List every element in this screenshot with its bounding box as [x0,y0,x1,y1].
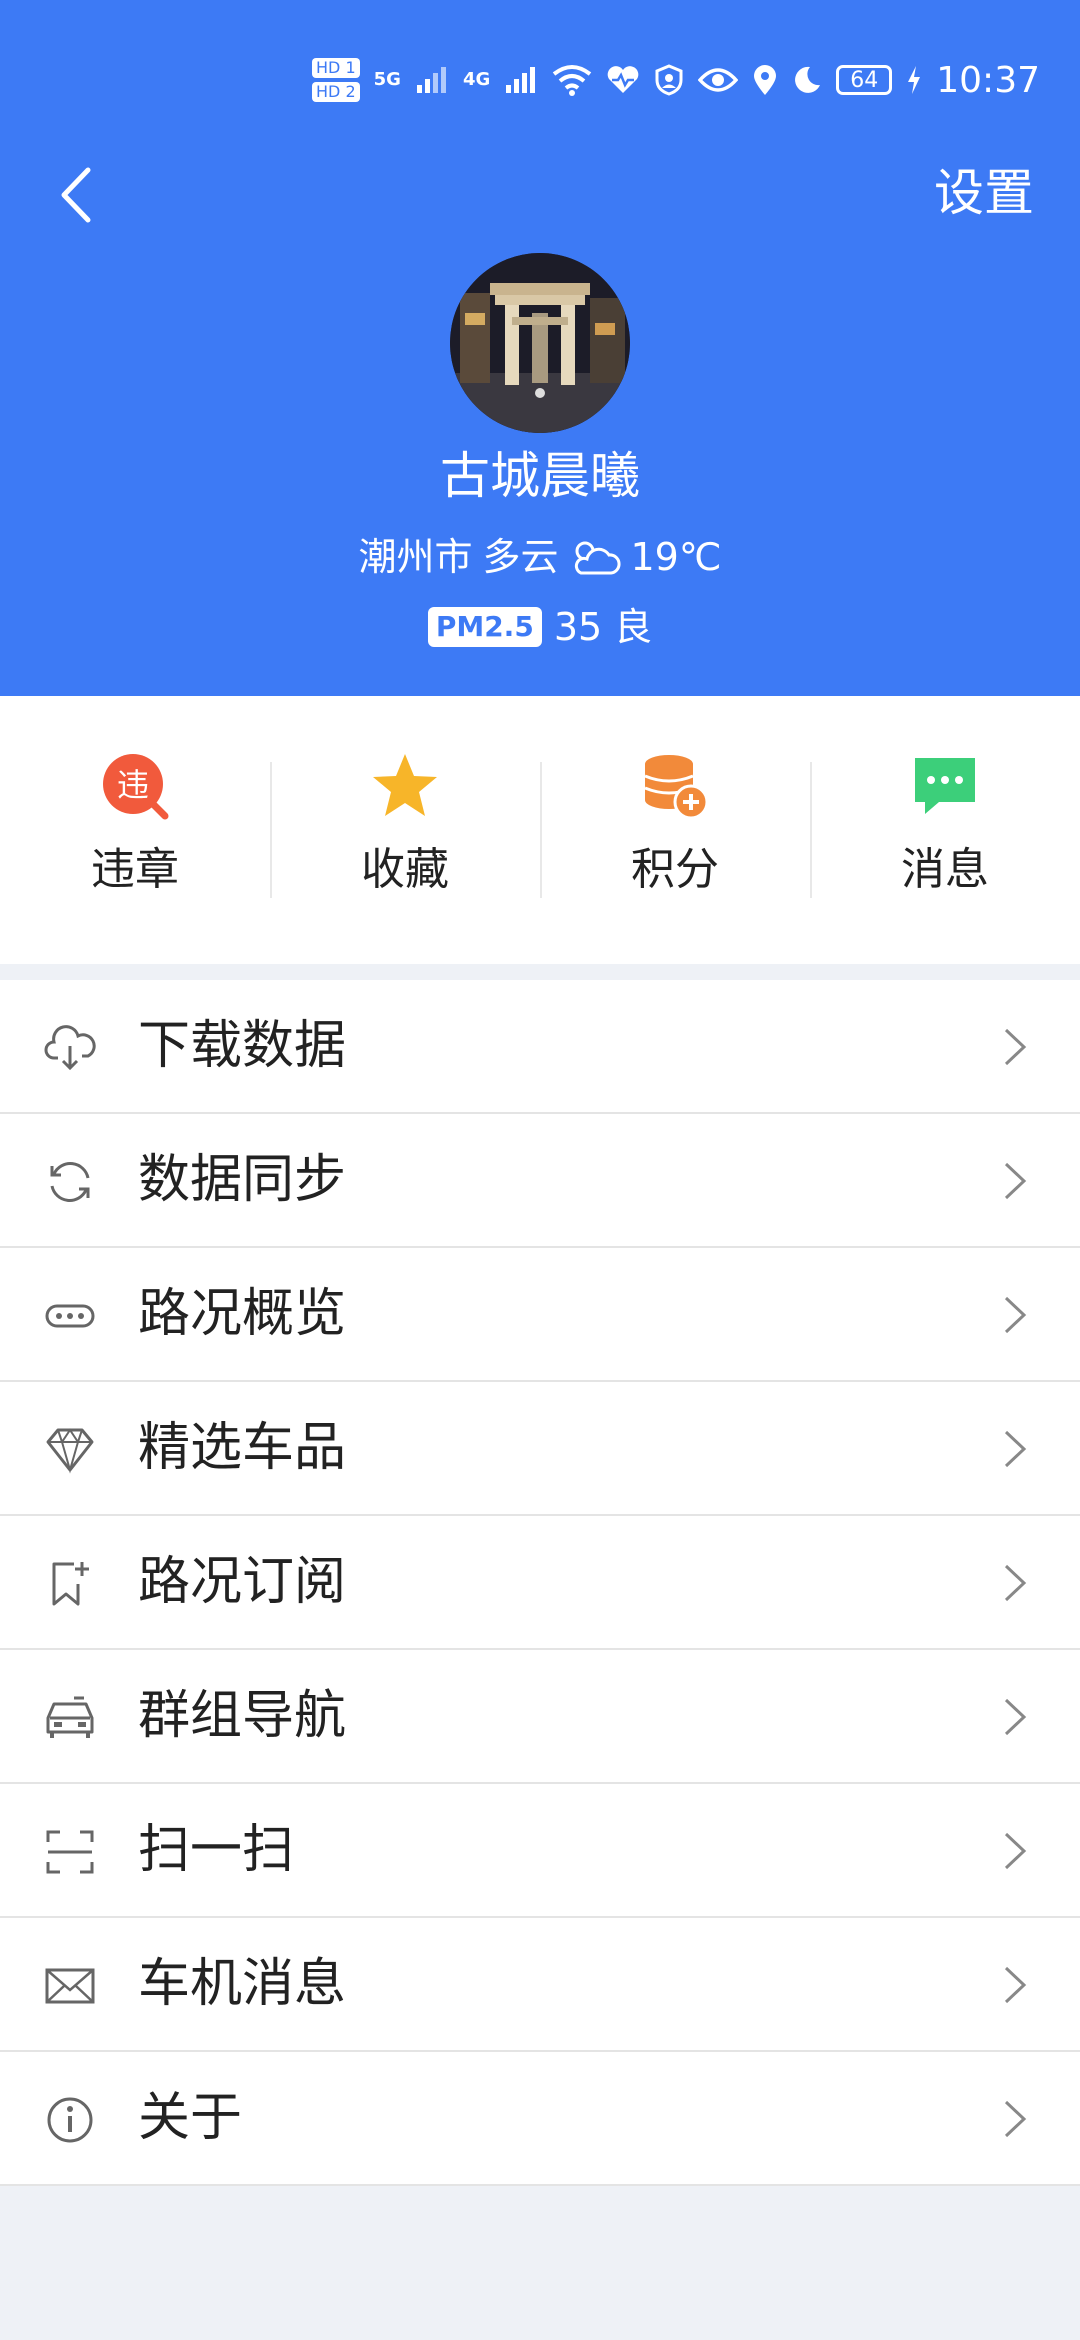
pm25-badge: PM2.5 [427,607,542,647]
chevron-right-icon [1004,1832,1027,1870]
location-icon [754,65,777,95]
menu-item-download-data[interactable]: 下载数据 [0,980,1080,1114]
chevron-right-icon [1004,1028,1027,1066]
moon-icon [795,66,821,93]
menu-item-scan[interactable]: 扫一扫 [0,1784,1080,1918]
info-icon [47,2097,93,2143]
menu-item-traffic-subscription[interactable]: 路况订阅 [0,1516,1080,1650]
air-quality: PM2.5 35 良 [0,600,1080,654]
pm25-value: 35 [553,605,603,649]
menu-item-vehicle-messages[interactable]: 车机消息 [0,1918,1080,2052]
quick-item-favorites[interactable]: 收藏 [270,696,540,964]
status-bar: HD 1 HD 2 5G 4G 64 10:37 [312,52,1040,108]
city-label: 潮州市 [358,535,473,579]
back-button[interactable] [48,160,108,230]
wifi-icon [553,65,592,96]
pm25-level: 良 [614,605,653,649]
traffic-overview-icon [45,1304,95,1328]
menu-item-label: 下载数据 [138,1016,347,1076]
chevron-right-icon [1004,1162,1027,1200]
quick-item-violation[interactable]: 违 违章 [0,696,270,964]
signal-icon [506,67,536,93]
menu-item-traffic-overview[interactable]: 路况概览 [0,1248,1080,1382]
message-icon [915,758,975,814]
heart-rate-icon [607,66,639,93]
diamond-icon [46,1428,94,1474]
chevron-right-icon [1004,1698,1027,1736]
temperature-label: 19℃ [630,535,722,579]
quick-item-label: 收藏 [361,844,449,895]
user-name: 古城晨曦 [440,447,640,505]
menu-item-label: 扫一扫 [138,1820,295,1880]
status-time: 10:37 [936,59,1040,101]
avatar-image [450,253,630,433]
mail-icon [45,1968,95,2004]
eye-icon [698,68,739,92]
menu-item-label: 数据同步 [138,1150,347,1210]
settings-button[interactable]: 设置 [934,158,1034,228]
menu-item-group-navigation[interactable]: 群组导航 [0,1650,1080,1784]
avatar[interactable] [450,253,630,433]
menu-item-data-sync[interactable]: 数据同步 [0,1114,1080,1248]
network-5g-label: 5G [373,69,401,90]
weather-info: 潮州市 多云 19℃ [0,530,1080,584]
menu-item-label: 路况订阅 [138,1552,347,1612]
battery-indicator: 64 [836,65,893,95]
chevron-right-icon [1004,1966,1027,2004]
chevron-right-icon [1004,2100,1027,2138]
weather-label: 多云 [482,535,559,579]
profile-header: HD 1 HD 2 5G 4G 64 10:37 设置 古城晨曦 潮州市 多云 … [0,0,1080,696]
bookmark-add-icon [52,1562,89,1606]
quick-item-messages[interactable]: 消息 [810,696,1080,964]
network-4g-label: 4G [462,69,491,90]
menu-item-label: 精选车品 [138,1418,347,1478]
svg-text:违: 违 [117,766,149,804]
sync-icon [50,1162,90,1202]
menu-item-label: 车机消息 [138,1954,347,2014]
cloudy-icon [574,541,620,575]
points-icon [644,755,709,820]
menu-item-about[interactable]: 关于 [0,2052,1080,2186]
charging-icon [908,66,921,94]
chevron-right-icon [1004,1430,1027,1468]
quick-item-label: 违章 [91,844,179,895]
quick-item-label: 积分 [631,844,719,895]
quick-item-label: 消息 [901,844,989,895]
menu-item-label: 关于 [138,2088,243,2148]
shield-icon [655,64,683,96]
menu-list: 下载数据 数据同步 路况概览 精选车品 路况订阅 群组导航 扫一扫 车机消息 关… [0,980,1080,2186]
quick-actions: 违 违章 收藏 积分 消息 [0,696,1080,964]
star-icon [373,754,437,816]
quick-item-points[interactable]: 积分 [540,696,810,964]
chevron-right-icon [1004,1564,1027,1602]
sim2-label: HD 2 [312,82,360,102]
menu-item-label: 路况概览 [138,1284,347,1344]
car-icon [46,1696,94,1738]
sim1-label: HD 1 [312,58,360,78]
cloud-download-icon [44,1025,96,1071]
menu-item-featured-products[interactable]: 精选车品 [0,1382,1080,1516]
sim-indicator: HD 1 HD 2 [312,58,360,102]
chevron-right-icon [1004,1296,1027,1334]
signal-icon [416,67,446,93]
menu-item-label: 群组导航 [138,1686,347,1746]
scan-icon [46,1830,94,1874]
violation-icon: 违 [103,754,169,820]
